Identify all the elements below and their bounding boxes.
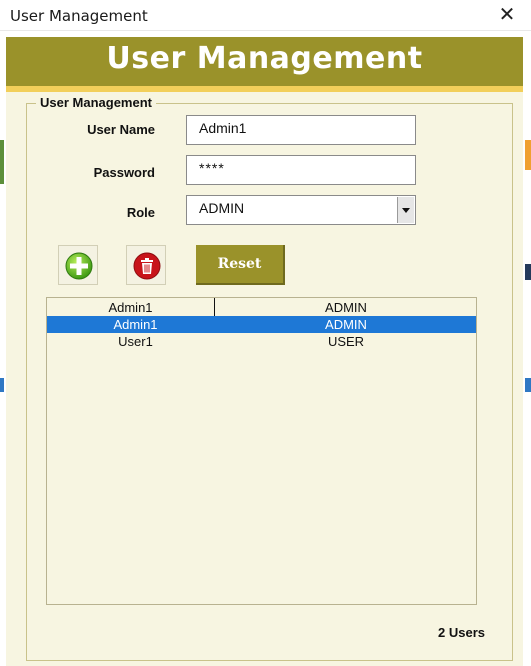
password-label: Password (93, 165, 155, 180)
background-app-edge (0, 140, 4, 184)
role-select[interactable]: ADMIN (186, 195, 416, 225)
close-icon[interactable]: ✕ (497, 3, 517, 25)
window-titlebar: User Management ✕ (0, 0, 531, 31)
list-item-name: Admin1 (113, 317, 158, 332)
banner-title: User Management (106, 41, 423, 76)
reset-button[interactable]: Reset (196, 245, 285, 285)
background-app-edge (0, 378, 4, 392)
trash-icon (133, 252, 161, 280)
list-item[interactable]: Admin1 ADMIN (47, 316, 476, 333)
role-label: Role (126, 205, 155, 220)
username-label: User Name (87, 122, 155, 137)
password-field[interactable]: **** (186, 155, 416, 185)
background-app-edge (525, 140, 531, 170)
header-banner: User Management (6, 37, 523, 92)
column-divider (214, 298, 215, 316)
list-header-name: Admin1 (108, 300, 153, 315)
add-user-button[interactable] (58, 245, 98, 285)
users-list[interactable]: Admin1 ADMIN Admin1 ADMIN User1 USER (46, 297, 477, 605)
list-item-role: USER (327, 334, 365, 349)
list-header-role: ADMIN (325, 300, 367, 315)
list-item-name: User1 (118, 334, 153, 349)
background-app-edge (525, 378, 531, 392)
list-header: Admin1 ADMIN (47, 298, 476, 316)
delete-user-button[interactable] (126, 245, 166, 285)
background-app-edge (525, 264, 531, 280)
user-count-label: 2 Users (438, 625, 485, 640)
window-title: User Management (10, 7, 148, 25)
list-item[interactable]: User1 USER (47, 333, 476, 350)
user-management-form: User Management User Management User Nam… (6, 37, 523, 666)
list-item-role: ADMIN (325, 317, 367, 332)
chevron-down-icon[interactable] (397, 197, 414, 223)
username-field[interactable]: Admin1 (186, 115, 416, 145)
add-icon (65, 252, 93, 280)
group-legend: User Management (36, 95, 156, 110)
role-select-value: ADMIN (199, 200, 245, 216)
